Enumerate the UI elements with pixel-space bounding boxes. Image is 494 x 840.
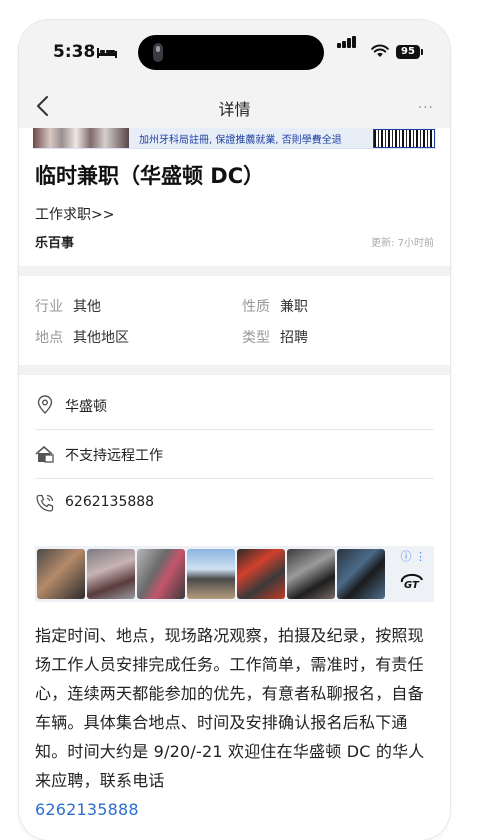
description-phone-link[interactable]: 6262135888: [35, 800, 139, 819]
attr-nature-label: 性质: [242, 299, 270, 315]
section-divider: [19, 365, 450, 375]
attr-location-value: 其他地区: [73, 330, 129, 346]
banner-ad[interactable]: 加州牙科局註冊, 保證推薦就業, 否則學費全退: [33, 128, 436, 149]
remote-text: 不支持远程工作: [65, 448, 163, 464]
location-pin-icon: [37, 395, 53, 414]
banner-ad-text: 加州牙科局註冊, 保證推薦就業, 否則學費全退: [139, 135, 342, 146]
house-icon: [35, 446, 54, 463]
status-bar: 5:38 95: [19, 20, 450, 86]
ad-thumbnail: [137, 549, 185, 599]
ad-thumbnail: [37, 549, 85, 599]
attr-type: 类型 招聘: [242, 327, 308, 347]
location-row[interactable]: 华盛顿: [35, 381, 434, 430]
ad-thumbnail: [87, 549, 135, 599]
attr-industry: 行业 其他: [35, 296, 101, 316]
ad-brand-logo: GT: [400, 573, 423, 590]
phone-icon: [36, 494, 54, 512]
attr-nature: 性质 兼职: [242, 296, 308, 316]
attr-type-value: 招聘: [280, 330, 308, 346]
section-divider: [19, 266, 450, 276]
ad-thumbnail: [187, 549, 235, 599]
ad-thumbnail: [337, 549, 385, 599]
status-time: 5:38: [53, 42, 96, 62]
camera-icon: [153, 43, 163, 62]
attr-industry-label: 行业: [35, 299, 63, 315]
attr-nature-value: 兼职: [280, 299, 308, 315]
nav-bar: 详情 ···: [19, 86, 450, 128]
phone-frame: 5:38 95 详情 ··· 加州牙科局註冊, 保證推薦就業, 否則學費全退 临…: [19, 20, 450, 840]
phone-row[interactable]: 6262135888: [35, 479, 434, 527]
phone-text: 6262135888: [65, 494, 155, 510]
attr-location: 地点 其他地区: [35, 327, 129, 347]
bed-icon: [97, 48, 117, 58]
category-link[interactable]: 工作求职>>: [35, 204, 114, 224]
attr-industry-value: 其他: [73, 299, 101, 315]
svg-text:GT: GT: [404, 580, 420, 590]
post-description: 指定时间、地点，现场路况观察，拍摄及纪录，按照现场工作人员安排完成任务。工作简单…: [35, 621, 437, 824]
remote-row: 不支持远程工作: [35, 430, 434, 479]
battery-icon: 95: [396, 45, 423, 59]
publisher-name[interactable]: 乐百事: [35, 232, 74, 251]
updated-time: 更新: 7小时前: [371, 238, 434, 249]
location-text: 华盛顿: [65, 399, 107, 415]
ad-menu-icon[interactable]: ⋮: [415, 550, 426, 563]
page-title: 详情: [218, 100, 251, 119]
more-menu-button[interactable]: ···: [418, 100, 434, 116]
attr-location-label: 地点: [35, 330, 63, 346]
wifi-icon: [371, 44, 389, 57]
banner-ad-image: [33, 128, 129, 148]
ad-info-icon[interactable]: ⓘ ⋮: [401, 548, 427, 564]
post-title: 临时兼职（华盛顿 DC）: [35, 164, 265, 188]
image-ad[interactable]: ⓘ ⋮ GT: [35, 546, 434, 602]
dynamic-island: [138, 35, 324, 70]
banner-ad-logo: [373, 129, 435, 148]
ad-thumbnail: [237, 549, 285, 599]
description-text: 指定时间、地点，现场路况观察，拍摄及纪录，按照现场工作人员安排完成任务。工作简单…: [35, 626, 425, 790]
ad-thumbnail: [287, 549, 335, 599]
attr-type-label: 类型: [242, 330, 270, 346]
